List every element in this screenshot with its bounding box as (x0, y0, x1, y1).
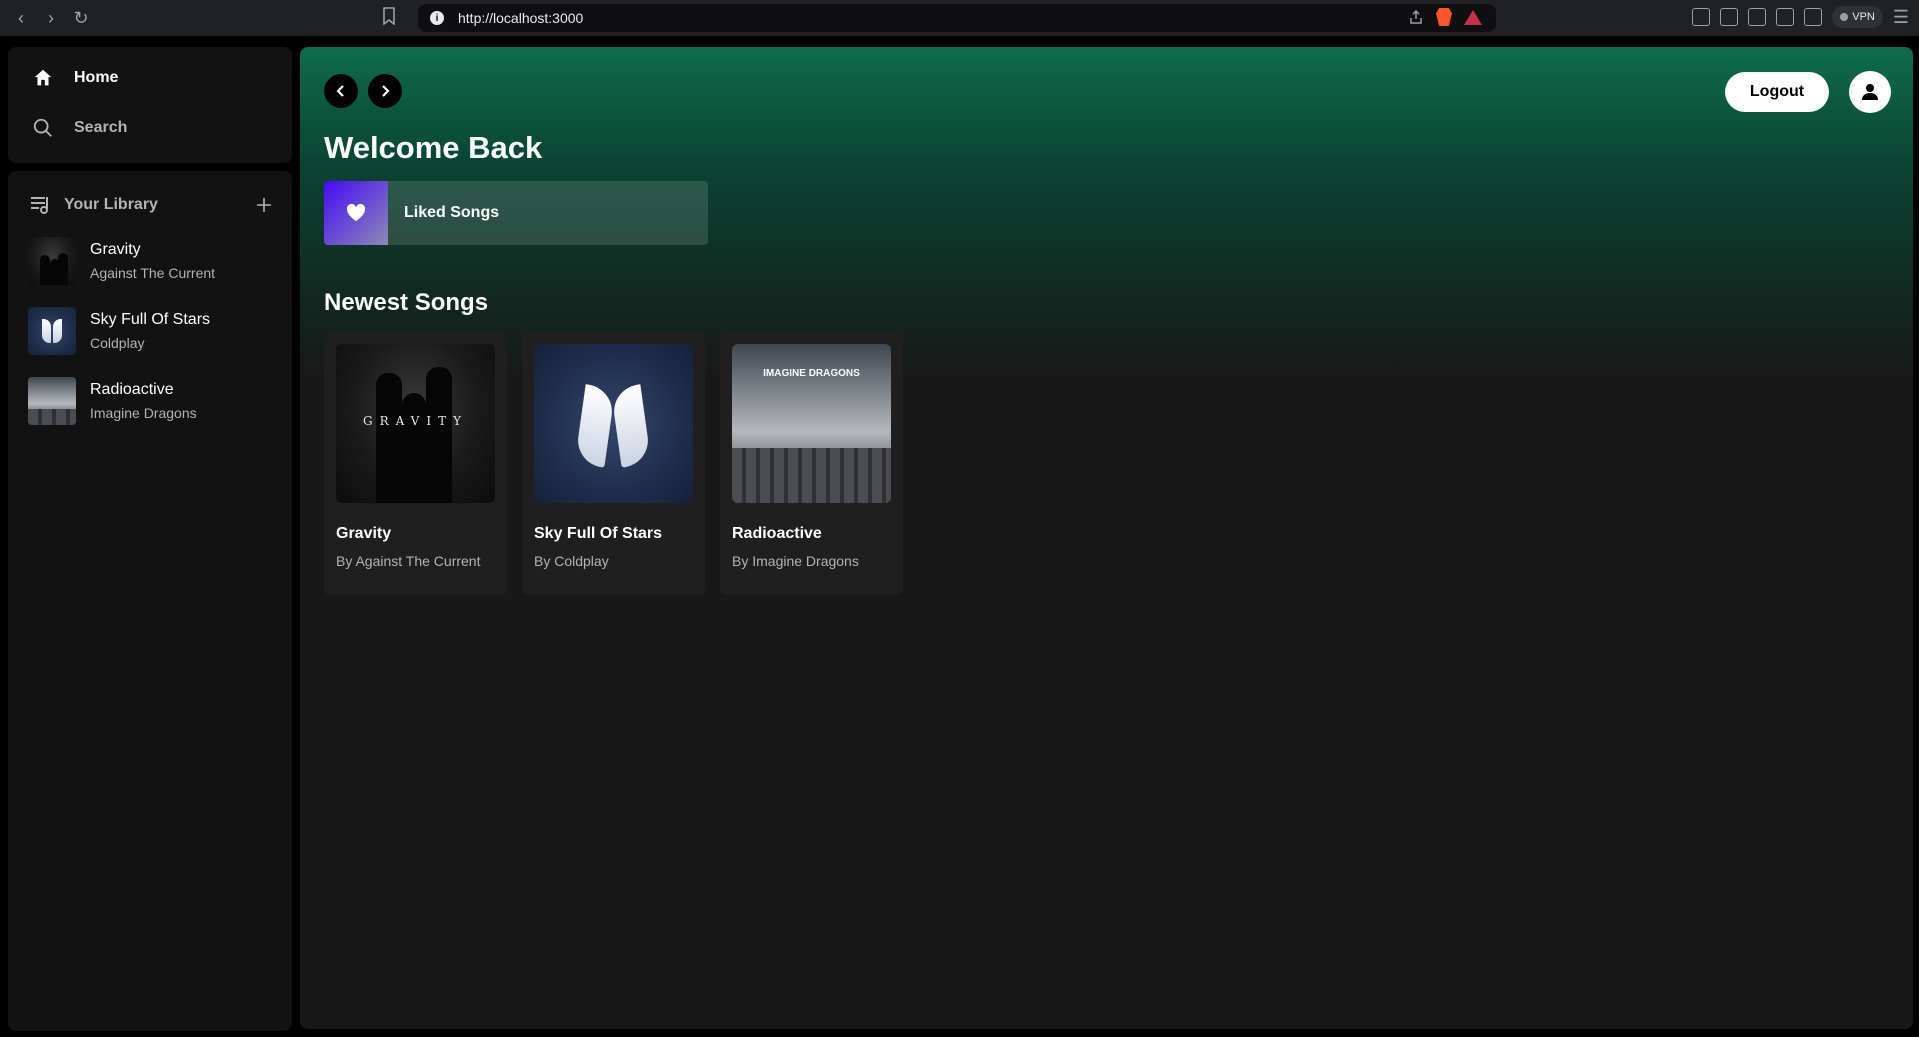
song-artist: By Coldplay (534, 553, 609, 569)
wallet-icon[interactable] (1776, 8, 1795, 26)
band-figure (376, 373, 402, 503)
band-figure (58, 253, 68, 285)
bookmark-icon[interactable] (382, 7, 396, 30)
library-icon (31, 197, 48, 214)
chevron-left-icon (336, 85, 344, 97)
share-icon[interactable] (1408, 9, 1424, 25)
page-title: Welcome Back (324, 130, 543, 165)
sidebar-toggle-icon[interactable] (1748, 8, 1767, 26)
library-title-button[interactable]: Your Library (30, 195, 158, 215)
puzzle-icon[interactable] (1720, 8, 1739, 26)
band-figure (402, 393, 426, 503)
wing-shape (42, 319, 51, 343)
reload-icon[interactable]: ↻ (68, 5, 94, 31)
brave-rewards-icon[interactable] (1464, 9, 1482, 25)
main-content: Logout Welcome Back Liked Songs Newest S… (300, 47, 1913, 1029)
stone-columns (732, 448, 891, 503)
sidebar: Home Search Your Library Gravity Against… (8, 47, 292, 1031)
browser-toolbar: ‹ › ↻ i http://localhost:3000 VPN ☰ (0, 0, 1919, 36)
liked-songs-art (324, 181, 388, 245)
wing-shape (53, 319, 62, 343)
liked-songs-label: Liked Songs (404, 204, 500, 221)
album-thumb (28, 377, 76, 425)
album-art: IMAGINE DRAGONS (732, 344, 891, 503)
song-card[interactable]: Sky Full Of Stars By Coldplay (522, 332, 705, 595)
leo-ai-icon[interactable] (1804, 8, 1823, 26)
album-art-text: GRAVITY (362, 414, 469, 428)
browser-back-icon[interactable]: ‹ (8, 5, 34, 31)
song-title: Gravity (336, 525, 392, 542)
brave-shields-icon[interactable] (1436, 8, 1452, 26)
library-item-title: Sky Full Of Stars (90, 311, 211, 328)
library-title: Your Library (64, 196, 158, 213)
song-card[interactable]: IMAGINE DRAGONS Radioactive By Imagine D… (720, 332, 903, 595)
extension-icon[interactable] (1692, 8, 1711, 26)
vpn-button[interactable]: VPN (1832, 6, 1883, 28)
song-grid: GRAVITY Gravity By Against The Current S… (324, 332, 903, 595)
add-icon[interactable] (256, 197, 272, 213)
song-title: Radioactive (732, 525, 822, 542)
heart-icon (346, 204, 366, 221)
album-art-text: IMAGINE DRAGONS (763, 368, 860, 379)
nav-home[interactable]: Home (32, 67, 268, 89)
search-icon (33, 118, 52, 137)
library-item-title: Gravity (90, 241, 141, 258)
library-item-title: Radioactive (90, 381, 174, 398)
back-button[interactable] (324, 74, 358, 108)
library-item[interactable]: Sky Full Of Stars Coldplay (28, 307, 272, 355)
library-panel: Your Library Gravity Against The Current (8, 171, 292, 1031)
library-item-text: Sky Full Of Stars Coldplay (90, 311, 210, 351)
band-figure (426, 367, 452, 503)
album-art: GRAVITY (336, 344, 495, 503)
library-item[interactable]: Gravity Against The Current (28, 237, 272, 285)
vpn-label: VPN (1852, 11, 1875, 23)
library-item[interactable]: Radioactive Imagine Dragons (28, 377, 272, 425)
liked-songs-card[interactable]: Liked Songs (324, 181, 708, 245)
nav-home-label: Home (74, 69, 119, 86)
browser-nav: ‹ › ↻ (8, 5, 94, 31)
sidebar-nav: Home Search (8, 47, 292, 163)
address-bar-actions (1408, 8, 1482, 26)
song-title: Sky Full Of Stars (534, 525, 663, 542)
library-item-artist: Against The Current (90, 265, 216, 281)
forward-button[interactable] (368, 74, 402, 108)
history-nav (324, 74, 402, 108)
nav-search-label: Search (74, 119, 128, 136)
nav-search[interactable]: Search (32, 117, 268, 139)
address-bar[interactable]: i http://localhost:3000 (418, 4, 1496, 32)
song-artist: By Against The Current (336, 553, 481, 569)
song-card[interactable]: GRAVITY Gravity By Against The Current (324, 332, 507, 595)
stone-columns (28, 409, 76, 425)
chevron-right-icon (382, 85, 390, 97)
album-art (534, 344, 693, 503)
library-item-text: Gravity Against The Current (90, 241, 215, 281)
library-item-artist: Coldplay (90, 335, 145, 351)
library-list: Gravity Against The Current Sky Full Of … (28, 237, 272, 425)
section-title: Newest Songs (324, 289, 489, 316)
album-thumb (28, 237, 76, 285)
library-item-text: Radioactive Imagine Dragons (90, 381, 197, 421)
profile-button[interactable] (1849, 71, 1891, 113)
browser-forward-icon[interactable]: › (38, 5, 64, 31)
band-figure (40, 255, 50, 285)
browser-extensions: VPN ☰ (1692, 6, 1909, 28)
user-icon (1862, 84, 1878, 100)
menu-icon[interactable]: ☰ (1893, 7, 1909, 28)
wing-shape (610, 384, 652, 468)
library-item-artist: Imagine Dragons (90, 405, 197, 421)
url-text: http://localhost:3000 (458, 10, 584, 26)
home-icon (34, 69, 52, 86)
library-header: Your Library (28, 195, 272, 215)
site-info-icon[interactable]: i (430, 11, 444, 25)
wing-shape (574, 384, 616, 468)
logout-button[interactable]: Logout (1725, 72, 1829, 112)
song-artist: By Imagine Dragons (732, 553, 859, 569)
album-thumb (28, 307, 76, 355)
vpn-status-icon (1840, 13, 1849, 21)
